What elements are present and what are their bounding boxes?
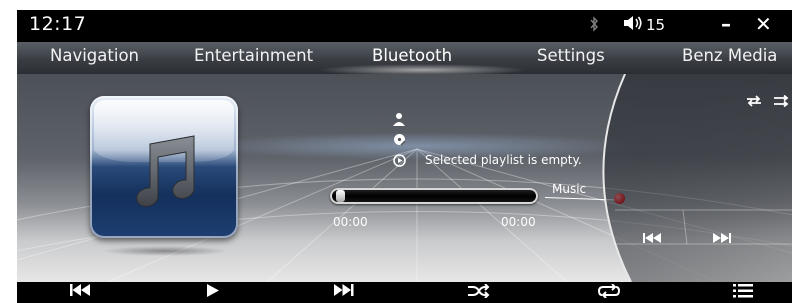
arc-skip-previous-button[interactable] [643, 233, 661, 246]
close-button[interactable]: ✕ [755, 12, 772, 36]
skip-previous-icon [643, 233, 661, 243]
status-bar: 12:17 15 – ✕ [17, 10, 792, 42]
shuffle-icon [468, 283, 490, 299]
skip-previous-icon [70, 284, 90, 296]
volume-level: 15 [646, 16, 666, 34]
volume-indicator[interactable]: 15 [623, 15, 665, 35]
list-icon [733, 284, 753, 298]
shuffle-button[interactable] [468, 283, 490, 303]
skip-next-icon [334, 284, 354, 296]
head-unit-screen: 12:17 15 – ✕ Navigation Entertainment Bl… [17, 10, 792, 303]
media-player-area: Selected playlist is empty. 00:00 00:00 … [17, 74, 792, 282]
minimize-button[interactable]: – [721, 12, 731, 36]
repeat-icon [597, 283, 621, 299]
skip-next-icon [713, 233, 731, 243]
playlist-button[interactable] [733, 284, 753, 303]
tab-entertainment[interactable]: Entertainment [194, 46, 313, 65]
tab-settings[interactable]: Settings [537, 46, 605, 65]
repeat-button[interactable] [597, 283, 621, 303]
repeat-icon[interactable] [746, 95, 762, 111]
arc-skip-next-button[interactable] [713, 233, 731, 246]
clock: 12:17 [29, 13, 87, 35]
speaker-icon [623, 15, 643, 35]
tab-bluetooth[interactable]: Bluetooth [372, 46, 452, 65]
bluetooth-icon [589, 16, 599, 36]
control-arc [602, 74, 792, 282]
skip-previous-button[interactable] [70, 284, 90, 301]
playback-toolbar [17, 282, 792, 303]
skip-next-button[interactable] [334, 284, 354, 301]
shuffle-icon[interactable] [774, 94, 790, 111]
play-icon [207, 284, 219, 297]
play-button[interactable] [207, 284, 219, 302]
nav-tab-bar: Navigation Entertainment Bluetooth Setti… [17, 42, 792, 76]
tab-benz-media[interactable]: Benz Media [682, 46, 777, 65]
tab-navigation[interactable]: Navigation [50, 46, 139, 65]
